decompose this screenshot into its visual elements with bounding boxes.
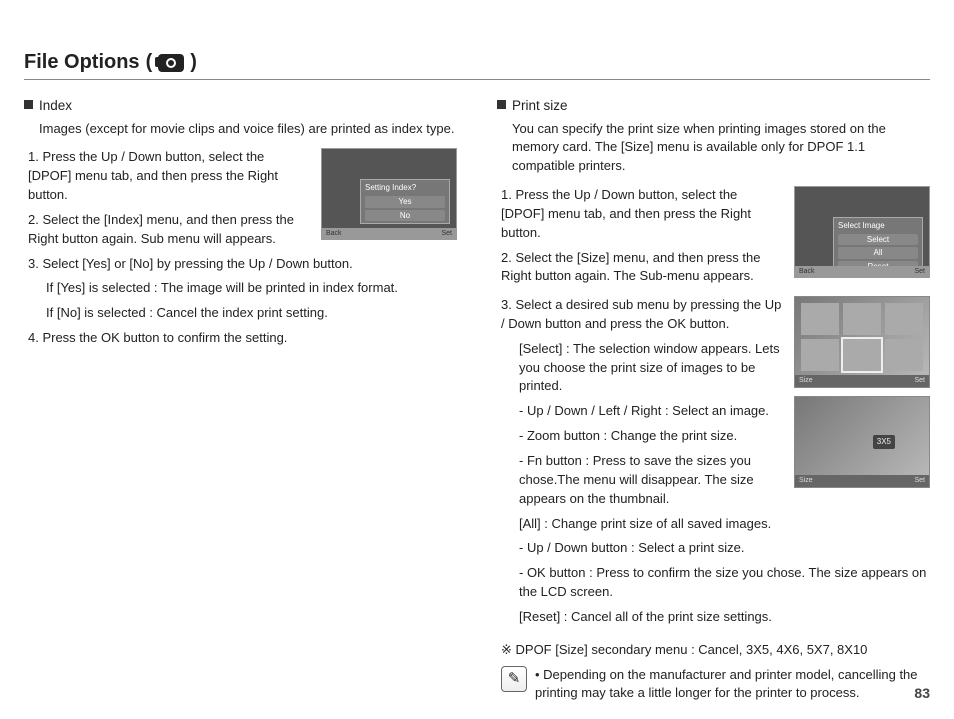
shot2-bar-size: Size [799, 376, 813, 386]
file-options-icon [158, 54, 184, 72]
paren-close: ) [190, 48, 197, 77]
size-menu-screenshot: Select Image Select All Reset Back Set [794, 186, 930, 278]
shot-option-all: All [838, 247, 918, 259]
square-bullet-icon [497, 100, 506, 109]
shot-bar-back: Back [326, 229, 342, 239]
shot-menu-title: Select Image [838, 221, 885, 230]
column-index: Index Images (except for movie clips and… [24, 96, 457, 703]
index-step-1: 1. Press the Up / Down button, select th… [28, 148, 309, 205]
shot-menu-title: Setting Index? [365, 183, 416, 192]
shot-option-select: Select [838, 234, 918, 246]
shot3-bar-size: Size [799, 476, 813, 486]
column-print-size: Print size You can specify the print siz… [497, 96, 930, 703]
thumbnail-grid-screenshot: Size Set [794, 296, 930, 388]
print-size-description: You can specify the print size when prin… [512, 120, 930, 177]
size-step-3-all: [All] : Change print size of all saved i… [519, 515, 930, 534]
print-size-heading: Print size [512, 96, 568, 116]
page-title: File Options ( ) [24, 48, 930, 80]
size-badge: 3X5 [873, 435, 895, 449]
index-menu-screenshot: Setting Index? Yes No Back Set [321, 148, 457, 240]
shot-option-no: No [365, 210, 445, 222]
shot-option-yes: Yes [365, 196, 445, 208]
shot-bar-back: Back [799, 267, 815, 277]
page-number: 83 [914, 683, 930, 703]
index-step-4: 4. Press the OK button to confirm the se… [28, 329, 457, 348]
shot-bar-set: Set [914, 267, 925, 277]
index-step-2: 2. Select the [Index] menu, and then pre… [28, 211, 309, 249]
note-text: Depending on the manufacturer and printe… [535, 666, 930, 704]
square-bullet-icon [24, 100, 33, 109]
index-step-3a: If [Yes] is selected : The image will be… [46, 279, 457, 298]
shot-bar-set: Set [441, 229, 452, 239]
index-step-3: 3. Select [Yes] or [No] by pressing the … [28, 255, 457, 274]
size-step-1: 1. Press the Up / Down button, select th… [501, 186, 782, 243]
index-description: Images (except for movie clips and voice… [39, 120, 457, 139]
title-text: File Options [24, 48, 140, 77]
index-step-3b: If [No] is selected : Cancel the index p… [46, 304, 457, 323]
size-badge-screenshot: 3X5 Size Set [794, 396, 930, 488]
shot3-bar-set: Set [914, 476, 925, 486]
note-icon: ✎ [501, 666, 527, 692]
shot2-bar-set: Set [914, 376, 925, 386]
size-step-3-updown: - Up / Down button : Select a print size… [519, 539, 930, 558]
dpof-secondary-menu: ※ DPOF [Size] secondary menu : Cancel, 3… [501, 641, 930, 660]
paren-open: ( [146, 48, 153, 77]
size-step-3-ok: - OK button : Press to confirm the size … [519, 564, 930, 602]
index-heading: Index [39, 96, 72, 116]
size-step-3-reset: [Reset] : Cancel all of the print size s… [519, 608, 930, 627]
size-step-2: 2. Select the [Size] menu, and then pres… [501, 249, 782, 287]
